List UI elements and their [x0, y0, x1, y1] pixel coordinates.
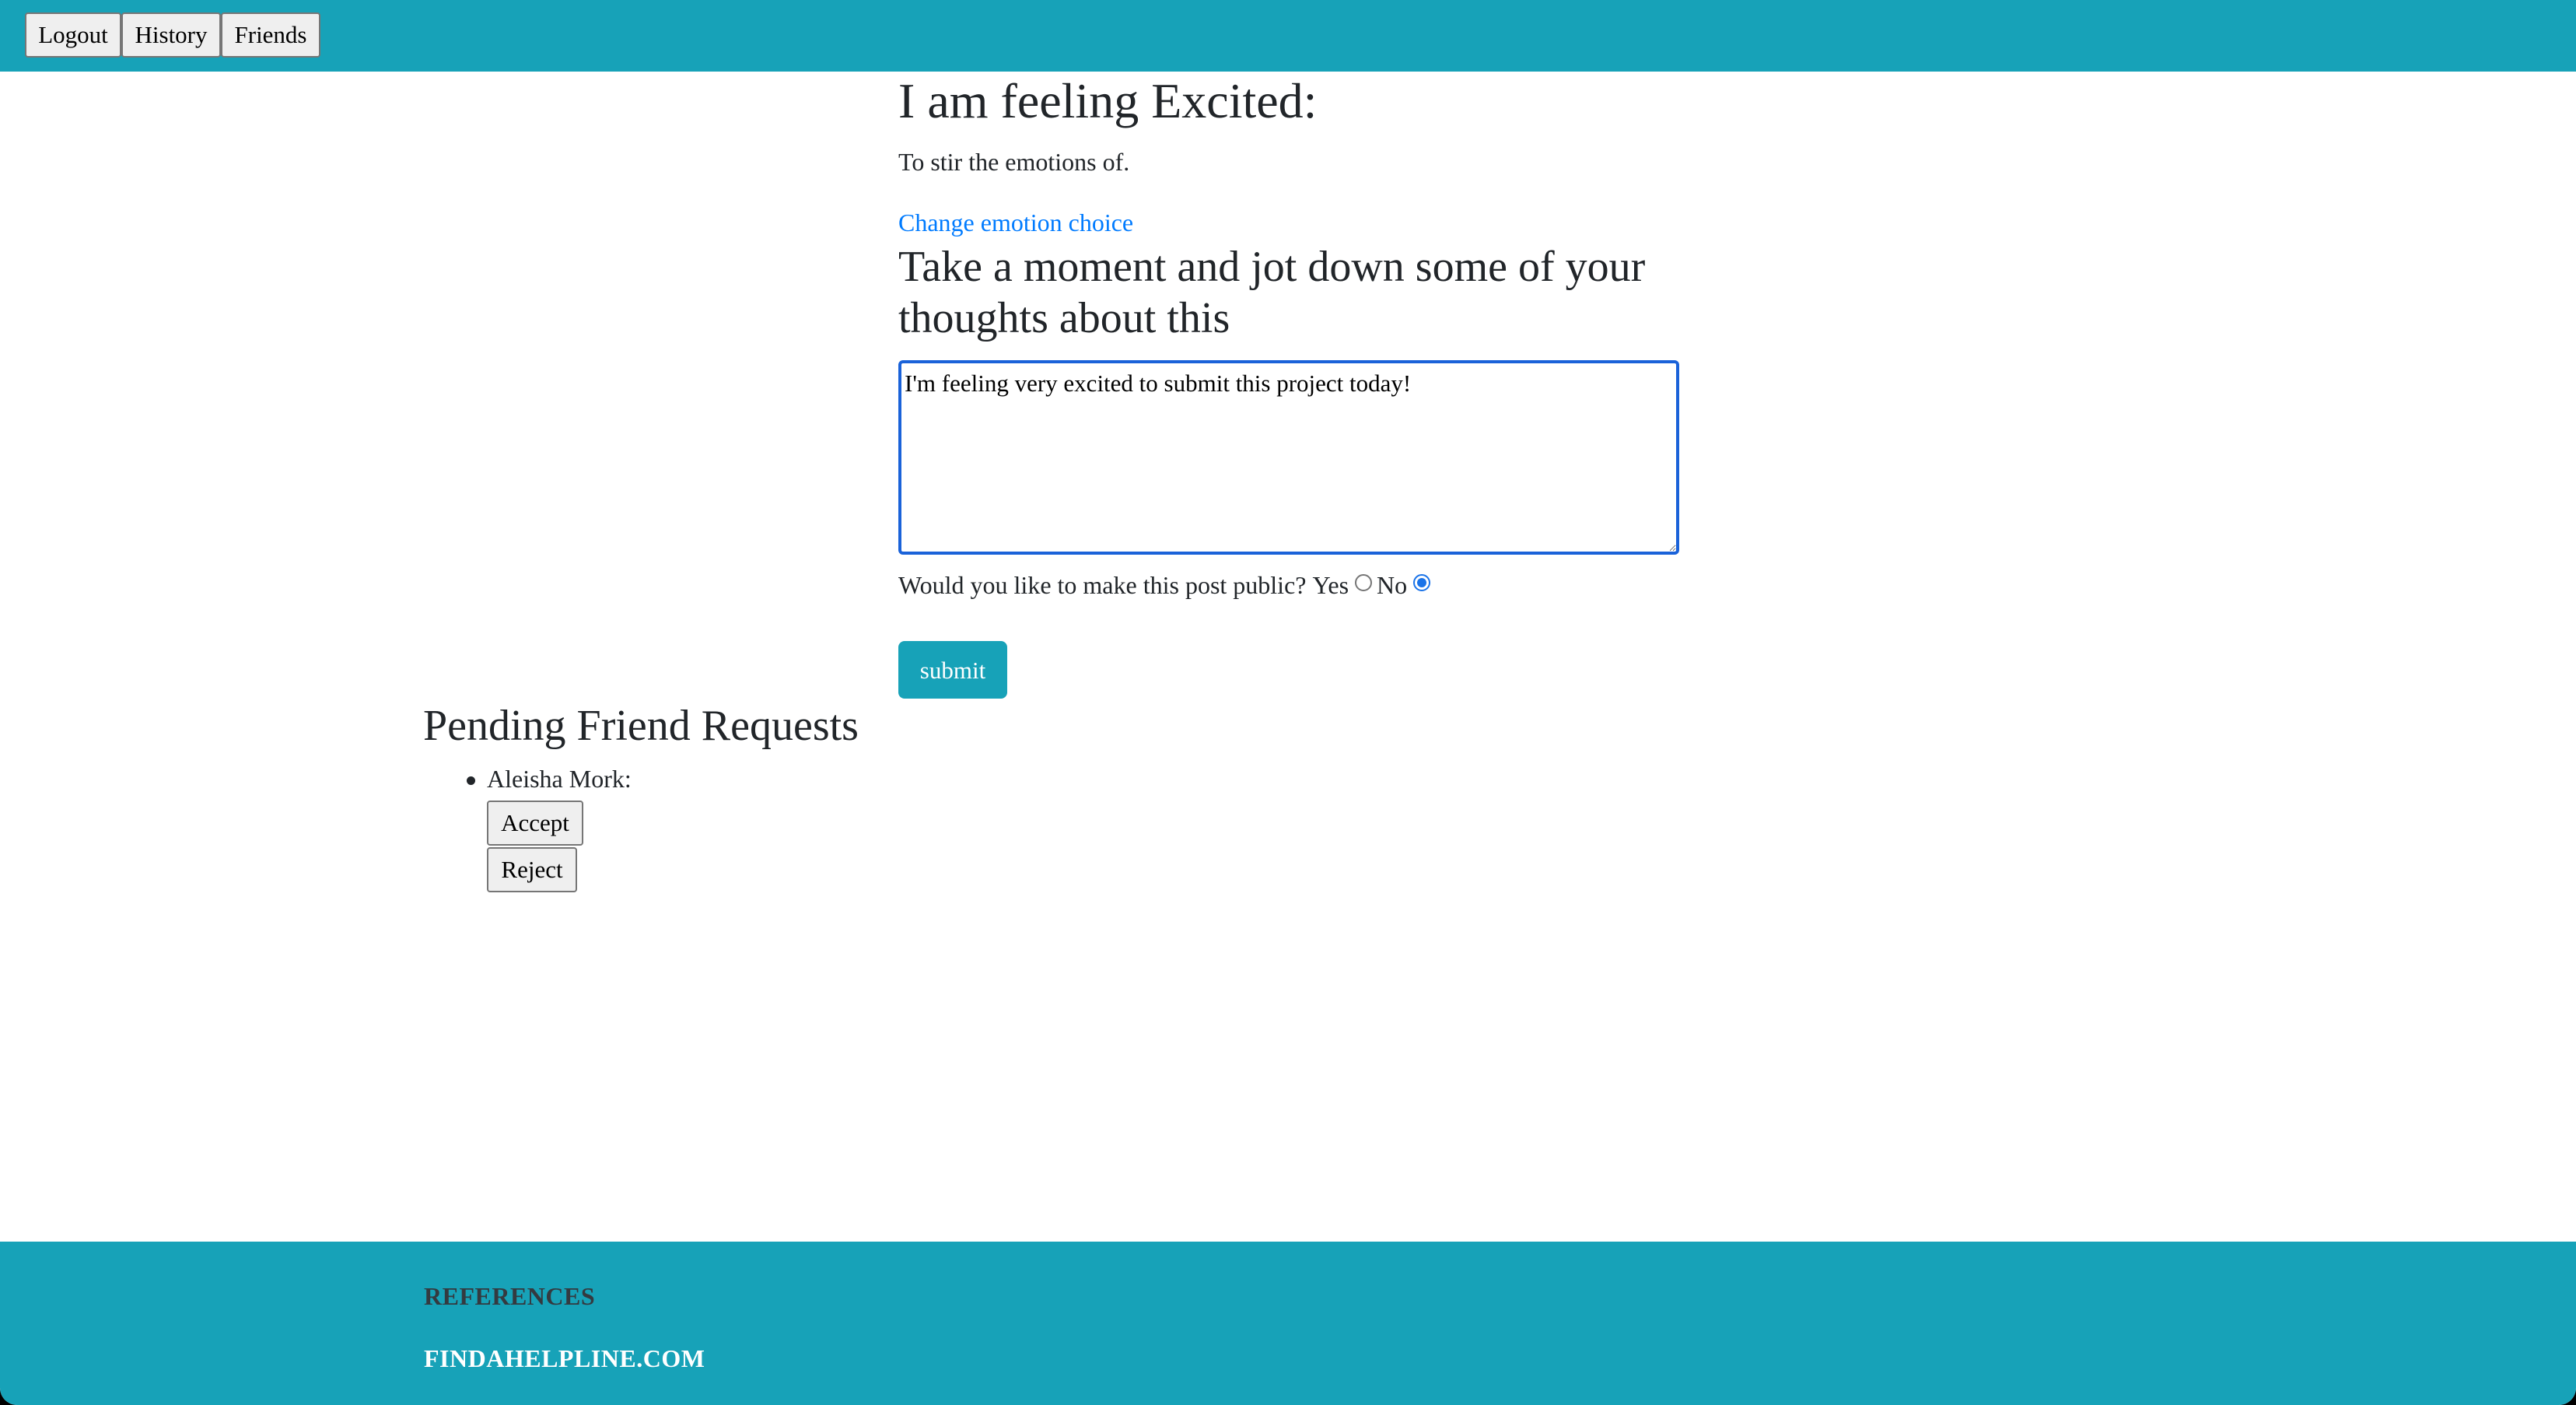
change-emotion-link[interactable]: Change emotion choice — [898, 207, 1133, 240]
references-title: REFERENCES — [424, 1282, 596, 1310]
public-yes-radio[interactable] — [1355, 573, 1373, 591]
app-window: Logout History Friends I am feeling Exci… — [0, 0, 2576, 1405]
friend-request-item: Aleisha Mork: Accept Reject — [467, 763, 968, 892]
pending-friend-requests: Pending Friend Requests Aleisha Mork: Ac… — [423, 696, 968, 892]
yes-label: Yes — [1312, 571, 1349, 599]
journal-prompt-heading: Take a moment and jot down some of your … — [898, 243, 1646, 342]
feeling-heading: I am feeling Excited: — [898, 73, 1318, 128]
logout-button[interactable]: Logout — [25, 12, 121, 58]
friend-request-list: Aleisha Mork: Accept Reject — [423, 763, 968, 892]
friends-button[interactable]: Friends — [221, 12, 320, 58]
findahelpline-link[interactable]: FINDAHELPLINE.COM — [424, 1344, 705, 1373]
public-no-radio[interactable] — [1413, 573, 1431, 591]
no-label: No — [1377, 571, 1408, 599]
history-button[interactable]: History — [121, 12, 221, 58]
thoughts-textarea[interactable] — [898, 360, 1679, 555]
footer: REFERENCES FINDAHELPLINE.COM — [0, 1242, 2576, 1405]
top-navbar: Logout History Friends — [0, 0, 2576, 72]
submit-button[interactable]: submit — [898, 641, 1007, 699]
emotion-definition: To stir the emotions of. — [898, 148, 1130, 176]
pending-requests-title: Pending Friend Requests — [423, 702, 859, 750]
reject-request-button[interactable]: Reject — [487, 846, 577, 892]
public-question-label: Would you like to make this post public? — [898, 571, 1307, 599]
requester-name: Aleisha Mork: — [487, 765, 632, 793]
public-choice-row: Would you like to make this post public?… — [898, 571, 1435, 600]
bullet-icon — [467, 776, 475, 785]
accept-request-button[interactable]: Accept — [487, 800, 583, 846]
